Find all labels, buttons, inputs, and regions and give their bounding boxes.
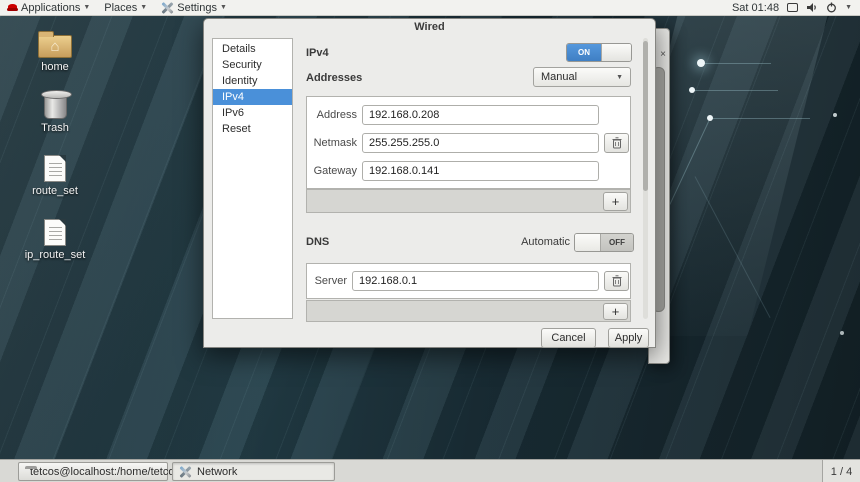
- addresses-heading: Addresses: [306, 72, 362, 84]
- dns-automatic-label: Automatic: [518, 236, 570, 248]
- wallpaper-node: [707, 115, 713, 121]
- netmask-input[interactable]: [362, 133, 599, 153]
- wallpaper-node: [833, 113, 837, 117]
- desktop-icon-ip-route-set[interactable]: ip_route_set: [20, 219, 90, 261]
- clock[interactable]: Sat 01:48: [732, 2, 779, 14]
- display-icon[interactable]: [787, 3, 798, 12]
- sidebar-item-identity[interactable]: Identity: [213, 73, 292, 89]
- workspace-indicator[interactable]: 1 / 4: [822, 460, 860, 482]
- sidebar-item-reset[interactable]: Reset: [213, 121, 292, 137]
- address-label: Address: [307, 109, 357, 121]
- delete-address-button[interactable]: [604, 133, 629, 153]
- toggle-knob: [601, 44, 631, 61]
- desktop-icon-label: home: [41, 61, 69, 73]
- sidebar-item-security[interactable]: Security: [213, 57, 292, 73]
- toggle-knob: [575, 234, 601, 251]
- dropdown-caret-icon: ▼: [616, 74, 623, 81]
- gateway-input[interactable]: [362, 161, 599, 181]
- addresses-frame: Address Netmask Gateway: [306, 96, 631, 189]
- desktop-icon-label: Trash: [41, 122, 69, 134]
- close-icon[interactable]: ×: [660, 49, 666, 60]
- sidebar-item-ipv6[interactable]: IPv6: [213, 105, 292, 121]
- sidebar-item-details[interactable]: Details: [213, 41, 292, 57]
- document-icon: [44, 155, 66, 182]
- sidebar-item-ipv4[interactable]: IPv4: [213, 89, 292, 105]
- netmask-label: Netmask: [307, 137, 357, 149]
- add-address-button[interactable]: +: [603, 192, 628, 211]
- dialog-scrollbar-thumb[interactable]: [643, 41, 648, 191]
- dns-automatic-toggle[interactable]: OFF: [574, 233, 634, 252]
- taskbar-window-terminal[interactable]: tetcos@localhost:/home/tetcos: [18, 462, 168, 481]
- dropdown-value: Manual: [541, 71, 577, 83]
- wired-dialog: Wired Details Security Identity IPv4 IPv…: [203, 18, 656, 348]
- taskbar-window-network[interactable]: Network: [172, 462, 335, 481]
- settings-menu-label: Settings: [177, 2, 217, 14]
- wallpaper-line: [710, 118, 810, 119]
- desktop-icon-label: ip_route_set: [25, 249, 86, 261]
- gateway-label: Gateway: [307, 165, 357, 177]
- settings-tools-icon: [161, 2, 174, 14]
- toggle-on-label: ON: [567, 44, 601, 61]
- server-label: Server: [307, 275, 347, 287]
- top-bar: Applications ▼ Places ▼ Settings ▼ Sat 0…: [0, 0, 860, 16]
- system-menu-caret-icon[interactable]: ▼: [845, 4, 852, 11]
- volume-icon[interactable]: [806, 2, 818, 13]
- dns-heading: DNS: [306, 236, 329, 248]
- wallpaper-node: [840, 331, 844, 335]
- ipv4-heading: IPv4: [306, 47, 329, 59]
- settings-menu[interactable]: Settings ▼: [154, 0, 234, 16]
- wallpaper-node: [697, 59, 705, 67]
- taskbar-window-label: Network: [197, 466, 237, 478]
- home-folder-icon: ⌂: [38, 35, 72, 58]
- wallpaper-line: [701, 63, 771, 64]
- add-dns-server-bar[interactable]: +: [306, 300, 631, 322]
- trash-delete-icon: [612, 137, 622, 149]
- taskbar-window-label: tetcos@localhost:/home/tetcos: [30, 466, 180, 478]
- power-icon[interactable]: [826, 2, 837, 13]
- trash-can-icon: [44, 93, 67, 119]
- desktop-icon-trash[interactable]: Trash: [20, 90, 90, 134]
- bottom-taskbar: tetcos@localhost:/home/tetcos Network 1 …: [0, 459, 860, 482]
- add-address-bar[interactable]: +: [306, 189, 631, 213]
- cancel-button[interactable]: Cancel: [541, 328, 596, 348]
- document-icon: [44, 219, 66, 246]
- dialog-sidebar: Details Security Identity IPv4 IPv6 Rese…: [212, 38, 293, 319]
- places-menu-label: Places: [104, 2, 137, 14]
- house-icon: ⌂: [50, 39, 59, 54]
- address-method-dropdown[interactable]: Manual ▼: [533, 67, 631, 87]
- wallpaper-line: [692, 90, 778, 91]
- add-dns-server-button[interactable]: +: [603, 303, 628, 320]
- chevron-down-icon: ▼: [140, 4, 147, 11]
- desktop-icon-route-set[interactable]: route_set: [20, 155, 90, 197]
- delete-dns-server-button[interactable]: [604, 271, 629, 291]
- distro-logo-icon: [7, 4, 18, 12]
- chevron-down-icon: ▼: [83, 4, 90, 11]
- desktop: ⌂ home Trash route_set ip_route_set × Wi…: [0, 16, 860, 459]
- apply-button[interactable]: Apply: [608, 328, 649, 348]
- wallpaper-node: [689, 87, 695, 93]
- dialog-scrollbar[interactable]: [643, 38, 648, 319]
- address-input[interactable]: [362, 105, 599, 125]
- applications-menu-label: Applications: [21, 2, 80, 14]
- desktop-icon-label: route_set: [32, 185, 78, 197]
- dns-server-input[interactable]: [352, 271, 599, 291]
- plus-icon: +: [612, 304, 620, 319]
- dns-server-frame: Server: [306, 263, 631, 299]
- ipv4-toggle[interactable]: ON: [566, 43, 632, 62]
- toggle-off-label: OFF: [601, 234, 633, 251]
- network-tools-icon: [179, 466, 192, 478]
- desktop-icon-home[interactable]: ⌂ home: [20, 30, 90, 73]
- chevron-down-icon: ▼: [220, 4, 227, 11]
- plus-icon: +: [612, 194, 620, 209]
- dialog-title: Wired: [204, 19, 655, 36]
- trash-delete-icon: [612, 275, 622, 287]
- applications-menu[interactable]: Applications ▼: [0, 0, 97, 16]
- places-menu[interactable]: Places ▼: [97, 0, 154, 16]
